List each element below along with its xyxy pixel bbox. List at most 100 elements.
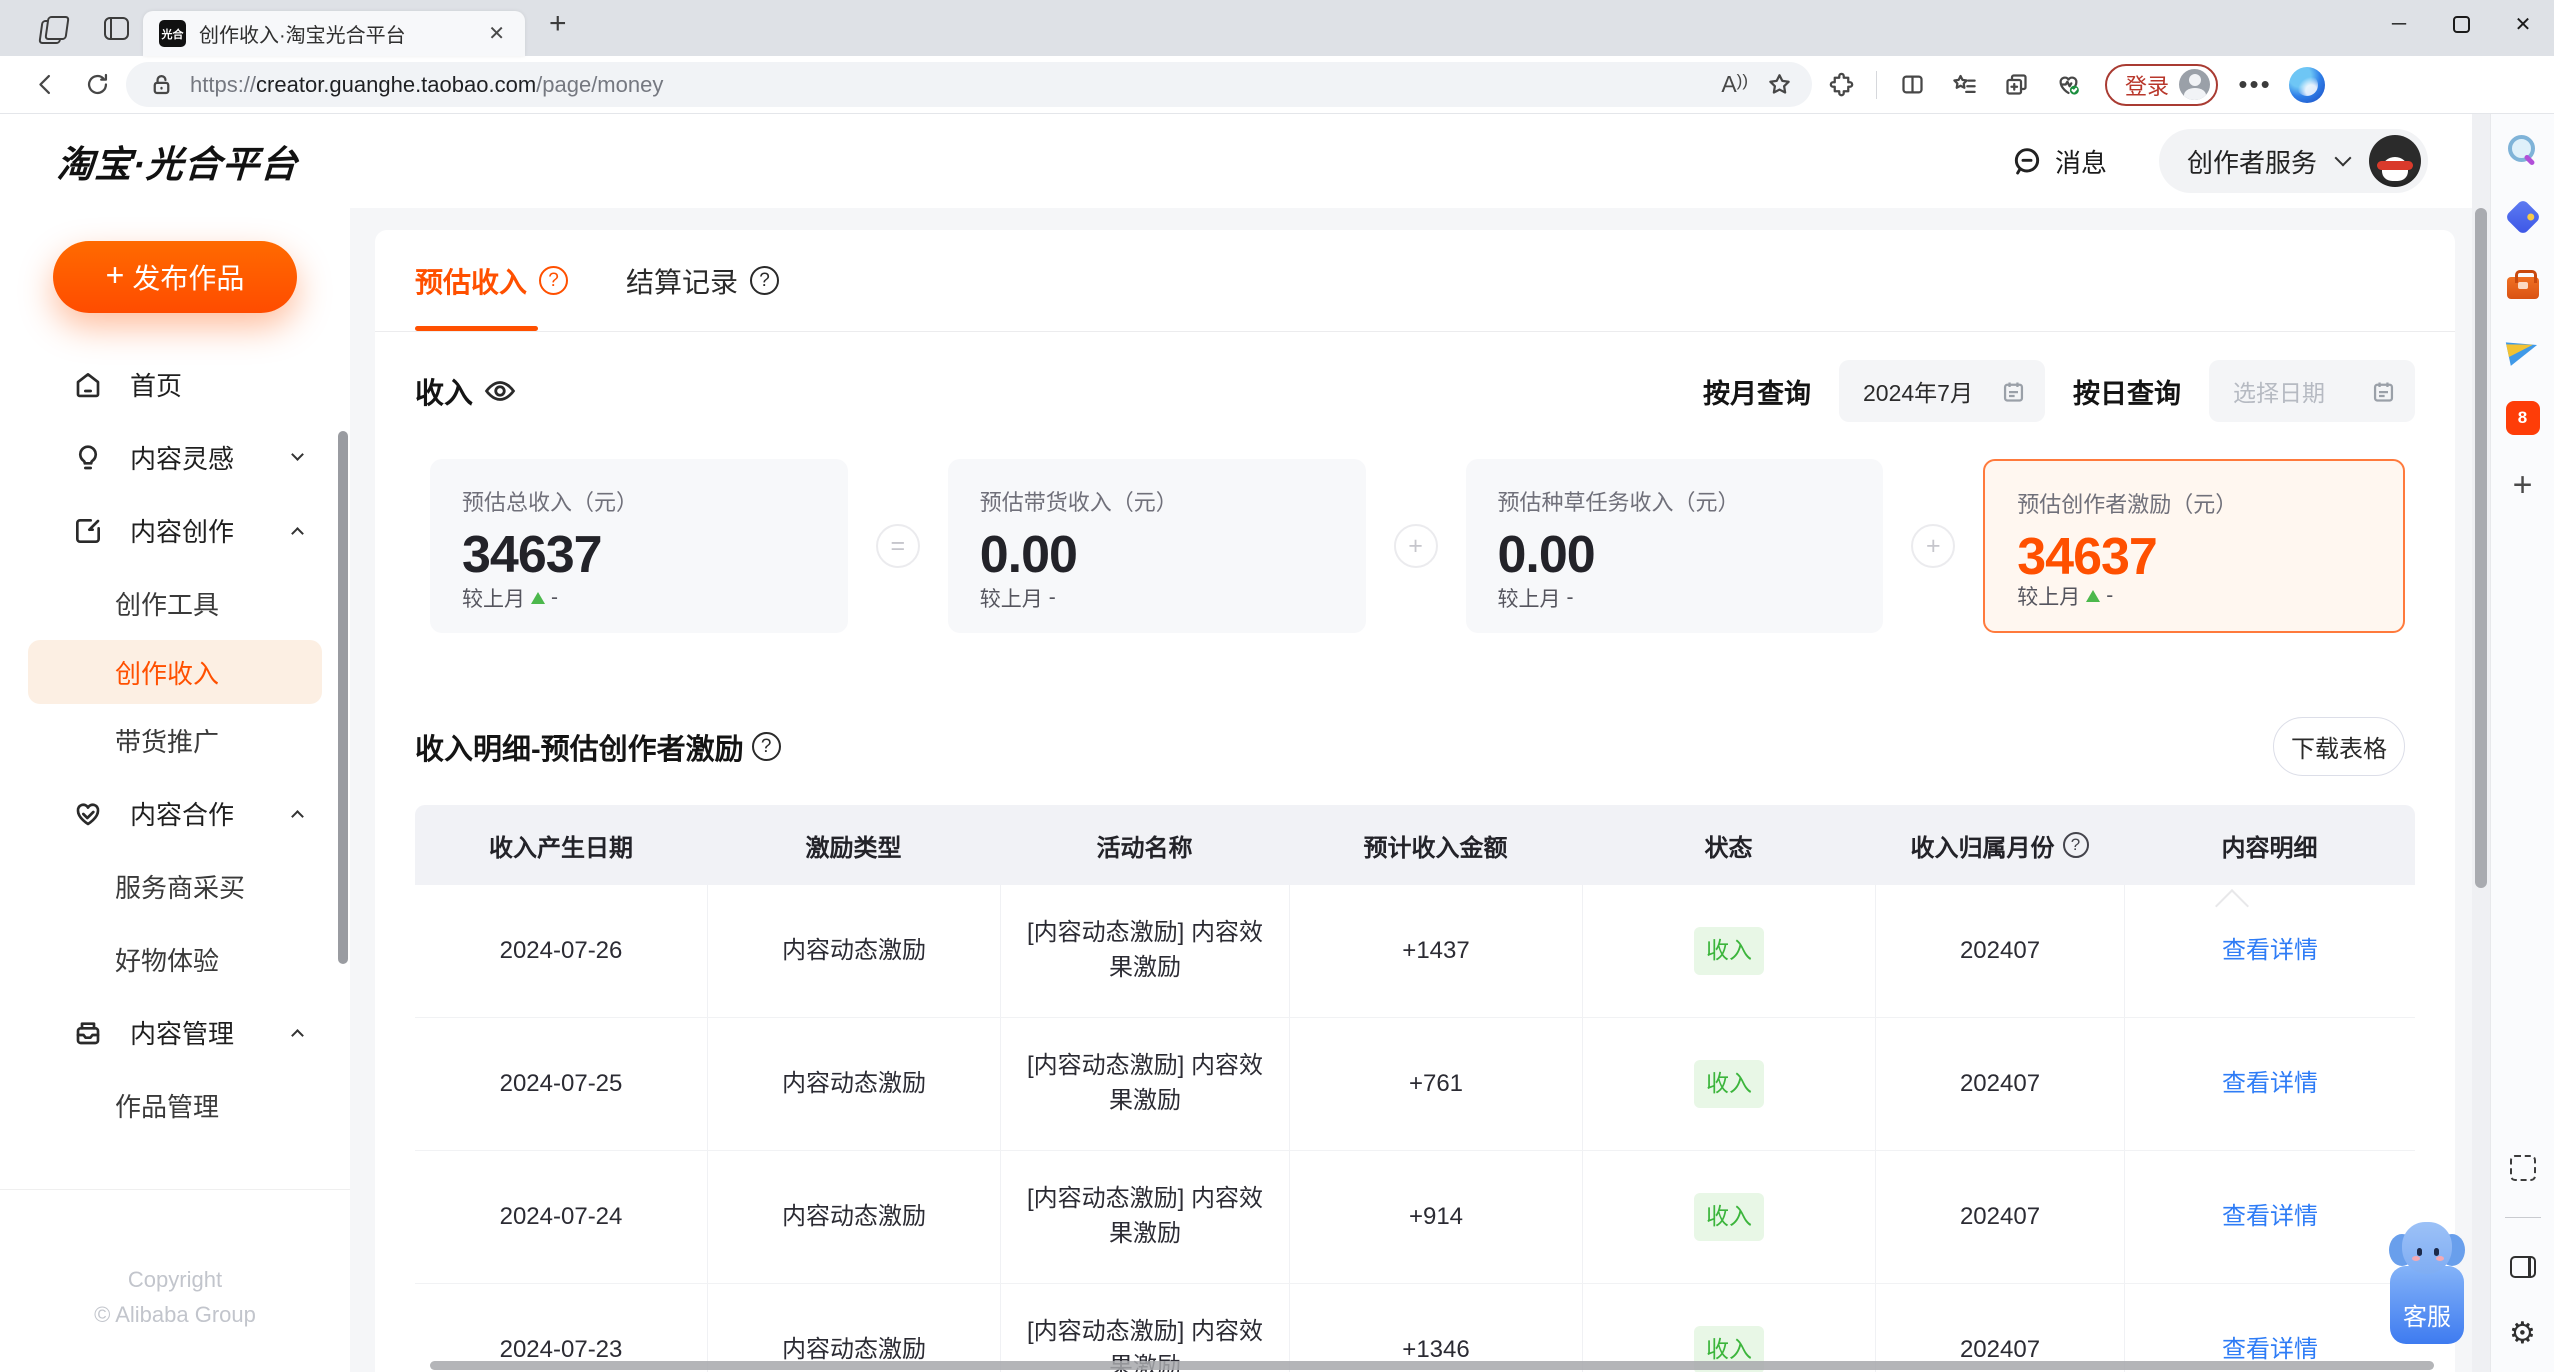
read-aloud-icon[interactable]: A))	[1721, 71, 1748, 98]
card-total-income[interactable]: 预估总收入（元） 34637 较上月 -	[430, 459, 848, 633]
status-badge: 收入	[1694, 927, 1764, 975]
sidebar-panel-icon[interactable]	[2503, 1247, 2543, 1287]
collections-icon[interactable]	[1993, 62, 2039, 108]
download-table-button[interactable]: 下载表格	[2273, 717, 2405, 776]
lightbulb-icon	[78, 444, 98, 469]
card-creator-incentive[interactable]: 预估创作者激励（元） 34637 较上月 -	[1983, 459, 2405, 633]
qq-avatar[interactable]	[2369, 135, 2421, 187]
workspaces-icon[interactable]	[40, 15, 66, 41]
view-details-link[interactable]: 查看详情	[2222, 1067, 2318, 1102]
card-seeding-task-income[interactable]: 预估种草任务收入（元） 0.00 较上月 -	[1465, 459, 1884, 633]
view-details-link[interactable]: 查看详情	[2222, 1200, 2318, 1235]
tab-close-icon[interactable]: ✕	[482, 19, 511, 48]
table-row: 2024-07-26 内容动态激励 [内容动态激励] 内容效果激励 +1437 …	[415, 885, 2415, 1018]
heart-hands-icon	[76, 802, 100, 825]
toolbox-icon[interactable]	[2503, 264, 2543, 304]
chevron-up-icon	[291, 810, 304, 823]
shopping-tag-icon[interactable]	[2503, 197, 2543, 237]
browser-window: 光合 创作收入·淘宝光合平台 ✕ + ─ ✕ https://creator.g…	[0, 0, 2554, 1372]
month-picker-input[interactable]: 2024年7月	[1839, 360, 2045, 422]
help-icon[interactable]: ?	[750, 266, 780, 295]
day-query-label: 按日查询	[2073, 378, 2181, 409]
card-sales-income[interactable]: 预估带货收入（元） 0.00 较上月 -	[947, 459, 1366, 633]
send-plane-icon[interactable]	[2503, 331, 2543, 371]
sidebar-item-works-management[interactable]: 作品管理	[0, 1069, 350, 1142]
add-app-icon[interactable]: +	[2503, 465, 2543, 505]
help-icon[interactable]: ?	[2062, 832, 2089, 858]
sidebar-item-promotion[interactable]: 带货推广	[0, 704, 350, 777]
kuaishou-icon[interactable]: 8	[2503, 398, 2543, 438]
help-icon[interactable]: ?	[539, 266, 569, 295]
sidebar-item-home[interactable]: 首页	[0, 348, 350, 421]
browser-tab[interactable]: 光合 创作收入·淘宝光合平台 ✕	[143, 11, 525, 56]
main-area: 预估收入 ? 结算记录 ? 收入 按月查询 2024年7月 按日查询 选择日期 …	[350, 208, 2472, 1372]
content-card: 预估收入 ? 结算记录 ? 收入 按月查询 2024年7月 按日查询 选择日期 …	[375, 230, 2455, 1372]
trend-up-icon	[531, 592, 545, 604]
browser-essentials-icon[interactable]	[2045, 62, 2091, 108]
chevron-up-icon	[291, 527, 304, 540]
split-screen-icon[interactable]	[1889, 62, 1935, 108]
search-icon[interactable]	[2503, 130, 2543, 170]
copilot-icon[interactable]	[2284, 62, 2330, 108]
tab-settlement-records[interactable]: 结算记录 ?	[626, 230, 780, 331]
sidebar-item-good-trial[interactable]: 好物体验	[0, 923, 350, 996]
profile-avatar-icon	[2179, 69, 2211, 100]
page-scrollbar[interactable]	[2472, 114, 2490, 1372]
sidebar-item-service-purchase[interactable]: 服务商采买	[0, 850, 350, 923]
month-query-label: 按月查询	[1703, 378, 1811, 409]
sidebar: + 发布作品 首页 内容灵感 内容创作 创作工具 创作收入 带货推广 内容合作 …	[0, 208, 350, 1372]
day-picker-input[interactable]: 选择日期	[2209, 360, 2415, 422]
trend-up-icon	[2086, 590, 2101, 602]
tab-actions-icon[interactable]	[104, 16, 129, 40]
signin-button[interactable]: 登录	[2105, 63, 2219, 106]
chevron-up-icon	[291, 1029, 304, 1042]
sidebar-item-management[interactable]: 内容管理	[0, 996, 350, 1069]
refresh-button[interactable]	[74, 62, 120, 108]
maximize-icon	[2452, 15, 2470, 33]
table-row: 2024-07-25 内容动态激励 [内容动态激励] 内容效果激励 +761 收…	[415, 1018, 2415, 1151]
scrollbar-thumb[interactable]	[2475, 208, 2487, 888]
tab-estimated-income[interactable]: 预估收入 ?	[415, 230, 569, 331]
sidebar-item-inspiration[interactable]: 内容灵感	[0, 421, 350, 494]
home-icon	[76, 372, 100, 397]
horizontal-scrollbar[interactable]	[430, 1361, 2434, 1370]
sidebar-item-creation[interactable]: 内容创作	[0, 494, 350, 567]
chevron-down-icon	[2334, 149, 2352, 167]
sidebar-item-cooperation[interactable]: 内容合作	[0, 777, 350, 850]
window-maximize-button[interactable]	[2430, 0, 2492, 48]
window-close-button[interactable]: ✕	[2492, 0, 2554, 48]
inbox-icon	[76, 1021, 100, 1044]
help-icon[interactable]: ?	[751, 732, 781, 761]
sidebar-item-creation-tools[interactable]: 创作工具	[0, 567, 350, 640]
table-header-row: 收入产生日期 激励类型 活动名称 预计收入金额 状态 收入归属月份? 内容明细	[415, 805, 2415, 885]
settings-more-icon[interactable]: •••	[2232, 62, 2278, 108]
messages-button[interactable]: 消息	[2011, 143, 2107, 180]
capture-icon[interactable]	[2503, 1148, 2543, 1188]
address-bar[interactable]: https://creator.guanghe.taobao.com/page/…	[126, 62, 1812, 107]
sidebar-item-creation-income[interactable]: 创作收入	[28, 640, 322, 704]
view-details-link[interactable]: 查看详情	[2222, 934, 2318, 969]
window-minimize-button[interactable]: ─	[2368, 0, 2430, 48]
copyright-footer: Copyright © Alibaba Group	[0, 1188, 350, 1372]
status-badge: 收入	[1694, 1193, 1764, 1241]
new-tab-button[interactable]: +	[539, 7, 577, 41]
settings-gear-icon[interactable]: ⚙	[2503, 1314, 2543, 1354]
edge-sidebar-rail: 8 + ⚙	[2490, 114, 2554, 1372]
plus-operator: +	[1393, 524, 1438, 568]
toolbar-divider	[1876, 70, 1877, 99]
lock-icon[interactable]	[146, 70, 176, 100]
sidebar-scrollbar[interactable]	[338, 431, 348, 964]
publish-work-button[interactable]: + 发布作品	[53, 241, 297, 313]
calendar-icon	[2373, 382, 2394, 402]
creator-service-dropdown[interactable]: 创作者服务	[2158, 129, 2428, 193]
edit-doc-icon	[76, 518, 100, 543]
extensions-icon[interactable]	[1818, 62, 1864, 108]
customer-service-widget[interactable]: 客服	[2389, 1222, 2465, 1344]
eye-icon[interactable]	[483, 374, 517, 408]
favorite-star-icon[interactable]	[1762, 62, 1796, 108]
site-favicon: 光合	[159, 20, 186, 47]
message-bubble-icon	[2014, 148, 2040, 175]
favorites-list-icon[interactable]	[1941, 62, 1987, 108]
back-button[interactable]	[22, 62, 68, 108]
site-logo[interactable]: 淘宝·光合平台	[56, 134, 300, 188]
